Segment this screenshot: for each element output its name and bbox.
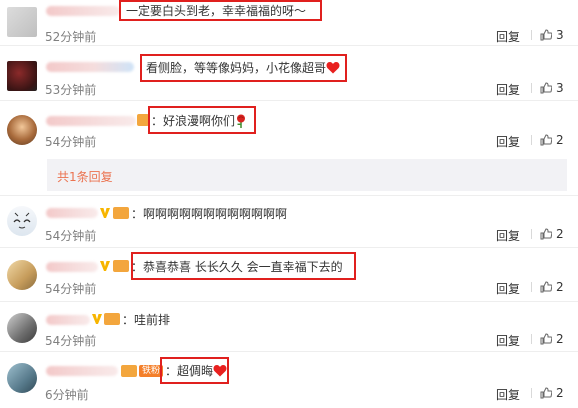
vip-badge — [113, 207, 129, 219]
reply-button[interactable]: 回复 — [496, 133, 520, 150]
like-button[interactable]: 2 — [540, 332, 564, 346]
like-button[interactable]: 2 — [540, 227, 564, 241]
vip-badge — [104, 313, 120, 325]
divider — [531, 135, 532, 145]
like-count: 2 — [556, 386, 564, 400]
comment-time: 6分钟前 — [45, 388, 89, 402]
like-count: 2 — [556, 332, 564, 346]
like-button[interactable]: 2 — [540, 386, 564, 400]
avatar[interactable] — [7, 115, 37, 145]
view-replies-link[interactable]: 共1条回复 — [57, 168, 113, 185]
highlight-box — [131, 252, 356, 280]
comment-item: 看侧脸，等等像妈妈，小花像超哥 53分钟前 回复 3 — [0, 46, 578, 101]
comment-time: 54分钟前 — [45, 282, 97, 296]
reply-button[interactable]: 回复 — [496, 386, 520, 403]
like-button[interactable]: 2 — [540, 133, 564, 147]
vip-badge — [113, 260, 129, 272]
like-count: 2 — [556, 280, 564, 294]
comment-time: 52分钟前 — [45, 30, 97, 44]
like-button[interactable]: 3 — [540, 28, 564, 42]
avatar[interactable] — [7, 363, 37, 393]
divider — [531, 83, 532, 93]
divider — [531, 388, 532, 398]
reply-button[interactable]: 回复 — [496, 81, 520, 98]
divider — [531, 30, 532, 40]
thumbs-up-icon — [540, 134, 552, 146]
avatar[interactable] — [7, 260, 37, 290]
thumbs-up-icon — [540, 387, 552, 399]
username-blurred[interactable] — [46, 62, 134, 72]
subreply-panel: 共1条回复 — [47, 159, 567, 191]
highlight-box — [119, 0, 322, 21]
verified-badge — [100, 208, 110, 218]
comment-item: ：恭喜恭喜 长长久久 会一直幸福下去的 54分钟前 回复 2 — [0, 248, 578, 302]
username-blurred[interactable] — [46, 6, 120, 16]
like-count: 2 — [556, 133, 564, 147]
highlight-box — [140, 54, 347, 82]
divider — [531, 229, 532, 239]
comment-item: ：哇前排 54分钟前 回复 2 — [0, 302, 578, 352]
reply-button[interactable]: 回复 — [496, 280, 520, 297]
comment-text: ：啊啊啊啊啊啊啊啊啊啊啊啊 — [131, 207, 288, 221]
like-count: 3 — [556, 81, 564, 95]
thumbs-up-icon — [540, 228, 552, 240]
comment-item: 一定要白头到老，幸幸福福的呀～ 52分钟前 回复 3 — [0, 0, 578, 46]
username-blurred[interactable] — [46, 315, 90, 325]
highlight-box — [160, 357, 229, 384]
username-blurred[interactable] — [46, 208, 98, 218]
thumbs-up-icon — [540, 82, 552, 94]
thumbs-up-icon — [540, 333, 552, 345]
avatar[interactable] — [7, 313, 37, 343]
avatar[interactable] — [7, 7, 37, 37]
username-blurred[interactable] — [46, 366, 118, 376]
highlight-box — [148, 106, 256, 134]
reply-button[interactable]: 回复 — [496, 332, 520, 349]
like-count: 2 — [556, 227, 564, 241]
thumbs-up-icon — [540, 29, 552, 41]
username-blurred[interactable] — [46, 262, 98, 272]
comment-item: 铁粉 ：超倜晦 6分钟前 回复 2 — [0, 352, 578, 408]
avatar[interactable] — [7, 206, 37, 236]
sticker-icon — [13, 212, 31, 229]
avatar[interactable] — [7, 61, 37, 91]
comment-time: 54分钟前 — [45, 135, 97, 149]
comment-time: 54分钟前 — [45, 229, 97, 243]
reply-button[interactable]: 回复 — [496, 28, 520, 45]
like-button[interactable]: 2 — [540, 280, 564, 294]
like-count: 3 — [556, 28, 564, 42]
divider — [531, 282, 532, 292]
verified-badge — [92, 314, 102, 324]
like-button[interactable]: 3 — [540, 81, 564, 95]
comment-text: ：哇前排 — [122, 313, 171, 327]
comment-time: 54分钟前 — [45, 334, 97, 348]
verified-badge — [100, 261, 110, 271]
comment-time: 53分钟前 — [45, 83, 97, 97]
vip-badge — [121, 365, 137, 377]
divider — [531, 334, 532, 344]
comment-item: ：啊啊啊啊啊啊啊啊啊啊啊啊 54分钟前 回复 2 — [0, 197, 578, 248]
username-blurred[interactable] — [46, 116, 136, 126]
thumbs-up-icon — [540, 281, 552, 293]
reply-button[interactable]: 回复 — [496, 227, 520, 244]
